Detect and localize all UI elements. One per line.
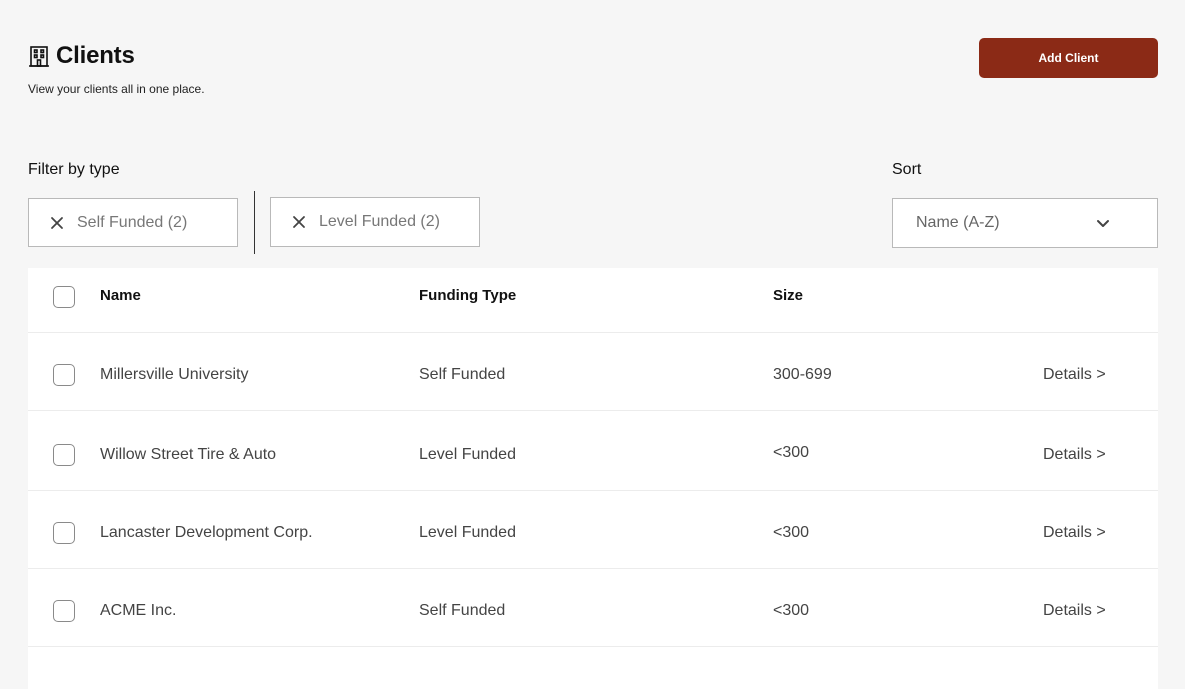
table-row[interactable]: Millersville University Self Funded 300-…	[28, 333, 1158, 411]
client-size: <300	[773, 524, 810, 541]
add-client-button[interactable]: Add Client	[979, 38, 1158, 78]
close-icon[interactable]	[49, 215, 65, 231]
page-header: Clients	[28, 42, 135, 70]
client-name: Millersville University	[100, 366, 249, 383]
column-header-name[interactable]: Name	[100, 287, 141, 304]
client-name: Willow Street Tire & Auto	[100, 446, 277, 463]
funding-type: Self Funded	[419, 602, 506, 619]
filter-divider	[254, 191, 255, 254]
column-header-size[interactable]: Size	[773, 287, 803, 304]
funding-type: Level Funded	[419, 446, 516, 463]
sort-select[interactable]: Name (A-Z)	[892, 198, 1158, 248]
funding-type: Level Funded	[419, 524, 516, 541]
row-checkbox[interactable]	[53, 444, 75, 466]
client-name: Lancaster Development Corp.	[100, 524, 313, 541]
filter-chip-self-funded[interactable]: Self Funded (2)	[28, 198, 238, 247]
client-size: <300	[773, 444, 810, 461]
sort-label: Sort	[892, 161, 922, 178]
details-link[interactable]: Details >	[1043, 602, 1106, 620]
client-name: ACME Inc.	[100, 602, 177, 619]
filter-chip-label: Self Funded (2)	[77, 213, 188, 231]
filter-label: Filter by type	[28, 161, 120, 178]
filter-chip-level-funded[interactable]: Level Funded (2)	[270, 197, 480, 247]
table-header-row: Name Funding Type Size	[28, 268, 1158, 333]
sort-selected-value: Name (A-Z)	[916, 214, 1000, 231]
funding-type: Self Funded	[419, 366, 506, 383]
table-row[interactable]: Willow Street Tire & Auto Level Funded <…	[28, 411, 1158, 491]
details-link[interactable]: Details >	[1043, 446, 1106, 464]
row-checkbox[interactable]	[53, 364, 75, 386]
table-row[interactable]: Lancaster Development Corp. Level Funded…	[28, 491, 1158, 569]
select-all-checkbox[interactable]	[53, 286, 75, 308]
page-title: Clients	[56, 42, 135, 69]
page-subtitle: View your clients all in one place.	[28, 82, 205, 96]
building-icon	[28, 45, 50, 67]
row-checkbox[interactable]	[53, 600, 75, 622]
clients-table: Name Funding Type Size Millersville Univ…	[28, 268, 1158, 689]
client-size: <300	[773, 602, 810, 619]
client-size: 300-699	[773, 366, 832, 383]
table-row[interactable]: ACME Inc. Self Funded <300 Details >	[28, 569, 1158, 647]
row-checkbox[interactable]	[53, 522, 75, 544]
column-header-funding-type[interactable]: Funding Type	[419, 287, 516, 304]
details-link[interactable]: Details >	[1043, 366, 1106, 384]
close-icon[interactable]	[291, 214, 307, 230]
details-link[interactable]: Details >	[1043, 524, 1106, 542]
chevron-down-icon	[1095, 215, 1111, 231]
filter-chip-label: Level Funded (2)	[319, 213, 440, 230]
